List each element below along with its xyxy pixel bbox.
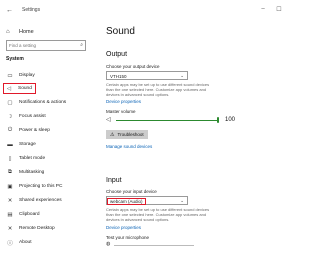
tablet-icon: ▯ <box>8 155 12 162</box>
multitasking-icon: ⧉ <box>8 169 12 175</box>
search-input[interactable] <box>9 41 73 50</box>
home-icon: ⌂ <box>6 29 10 35</box>
sidebar-item-projecting[interactable]: ▣ Projecting to this PC <box>6 182 62 191</box>
sidebar-item-label: Notifications & actions <box>19 100 67 105</box>
sidebar-item-focus-assist[interactable]: ☽ Focus assist <box>6 112 46 121</box>
sidebar-item-sound[interactable]: ◁ Sound <box>3 83 36 94</box>
output-device-label: Choose your output device <box>106 64 160 69</box>
sidebar-item-display[interactable]: ▭ Display <box>6 71 35 80</box>
volume-value: 100 <box>225 117 236 123</box>
sidebar: ⌂ Home ⌕ System ▭ Display ◁ Sound ▢ Noti… <box>0 20 96 268</box>
back-arrow-icon[interactable]: ← <box>6 7 13 14</box>
settings-window: ← Settings – ☐ ⌂ Home ⌕ System ▭ Display… <box>0 0 300 268</box>
microphone-level-meter: ◍ <box>106 241 206 248</box>
page-title: Sound <box>106 26 135 37</box>
output-device-properties-link[interactable]: Device properties <box>106 99 141 104</box>
microphone-icon: ◍ <box>106 241 111 247</box>
shared-icon: ✕ <box>7 197 13 204</box>
title-bar: ← Settings – ☐ <box>0 0 300 20</box>
main-content: Sound Output Choose your output device V… <box>106 20 296 268</box>
sidebar-item-label: Tablet mode <box>19 156 46 161</box>
volume-thumb[interactable] <box>216 117 220 123</box>
sidebar-item-clipboard[interactable]: ▤ Clipboard <box>6 210 40 219</box>
microphone-level-track <box>114 244 194 246</box>
master-volume-slider[interactable]: ◁ <box>106 116 220 124</box>
input-device-properties-link[interactable]: Device properties <box>106 225 141 230</box>
input-device-dropdown[interactable]: webcam (Audio) ⌄ <box>106 196 188 205</box>
input-device-label: Choose your input device <box>106 189 157 194</box>
sidebar-item-label: Shared experiences <box>19 198 62 203</box>
test-microphone-label: Test your microphone <box>106 235 150 240</box>
output-device-value: VTH150 <box>110 73 127 79</box>
volume-fill <box>116 119 218 121</box>
sidebar-item-notifications[interactable]: ▢ Notifications & actions <box>6 98 66 107</box>
sidebar-item-shared-experiences[interactable]: ✕ Shared experiences <box>6 196 62 205</box>
troubleshoot-label: Troubleshoot <box>117 132 144 137</box>
sidebar-item-label: Power & sleep <box>19 128 50 133</box>
output-heading: Output <box>106 51 128 58</box>
sidebar-item-power-sleep[interactable]: ⏻ Power & sleep <box>6 126 50 135</box>
sidebar-item-label: Clipboard <box>19 212 40 217</box>
sidebar-item-about[interactable]: ⓘ About <box>6 238 32 247</box>
moon-icon: ☽ <box>7 113 13 120</box>
output-description: Certain apps may be set up to use differ… <box>106 82 210 97</box>
remote-desktop-icon: ✕ <box>7 225 13 232</box>
notification-icon: ▢ <box>7 99 13 106</box>
clipboard-icon: ▤ <box>7 211 13 218</box>
manage-sound-devices-link[interactable]: Manage sound devices <box>106 144 152 149</box>
input-heading: Input <box>106 177 122 184</box>
sidebar-item-label: Multitasking <box>19 170 45 175</box>
minimize-button[interactable]: – <box>258 6 268 12</box>
projecting-icon: ▣ <box>7 183 13 190</box>
app-title: Settings <box>22 7 41 13</box>
speaker-icon: ◁ <box>106 117 111 123</box>
search-icon[interactable]: ⌕ <box>80 42 83 48</box>
section-label-system: System <box>6 56 24 62</box>
volume-track <box>116 117 220 123</box>
display-icon: ▭ <box>7 72 13 79</box>
sidebar-item-home[interactable]: ⌂ Home <box>6 28 34 36</box>
search-box: ⌕ <box>6 40 86 51</box>
sidebar-item-label: Remote Desktop <box>19 226 55 231</box>
home-label: Home <box>19 29 34 35</box>
chevron-down-icon: ⌄ <box>180 73 184 78</box>
sidebar-item-label: Focus assist <box>19 114 46 119</box>
sidebar-item-remote-desktop[interactable]: ✕ Remote Desktop <box>6 224 55 233</box>
sidebar-item-label: Sound <box>18 86 32 91</box>
troubleshoot-button[interactable]: ⚠ Troubleshoot <box>106 130 148 139</box>
input-device-value: webcam (Audio) <box>107 197 146 205</box>
chevron-down-icon: ⌄ <box>180 198 184 203</box>
sidebar-item-label: Projecting to this PC <box>19 184 63 189</box>
maximize-button[interactable]: ☐ <box>274 6 284 13</box>
power-icon: ⏻ <box>7 127 13 133</box>
sidebar-item-multitasking[interactable]: ⧉ Multitasking <box>6 168 44 177</box>
sidebar-item-storage[interactable]: ▬ Storage <box>6 140 36 149</box>
master-volume-label: Master volume <box>106 109 136 114</box>
warning-icon: ⚠ <box>110 131 115 138</box>
sidebar-item-label: About <box>19 240 32 245</box>
sidebar-item-label: Display <box>19 73 35 78</box>
input-description: Certain apps may be set up to use differ… <box>106 207 210 222</box>
storage-icon: ▬ <box>7 141 13 148</box>
sidebar-item-label: Storage <box>19 142 36 147</box>
output-device-dropdown[interactable]: VTH150 ⌄ <box>106 71 188 80</box>
speaker-icon: ◁ <box>6 85 12 92</box>
sidebar-item-tablet-mode[interactable]: ▯ Tablet mode <box>6 154 45 163</box>
info-icon: ⓘ <box>7 240 13 247</box>
